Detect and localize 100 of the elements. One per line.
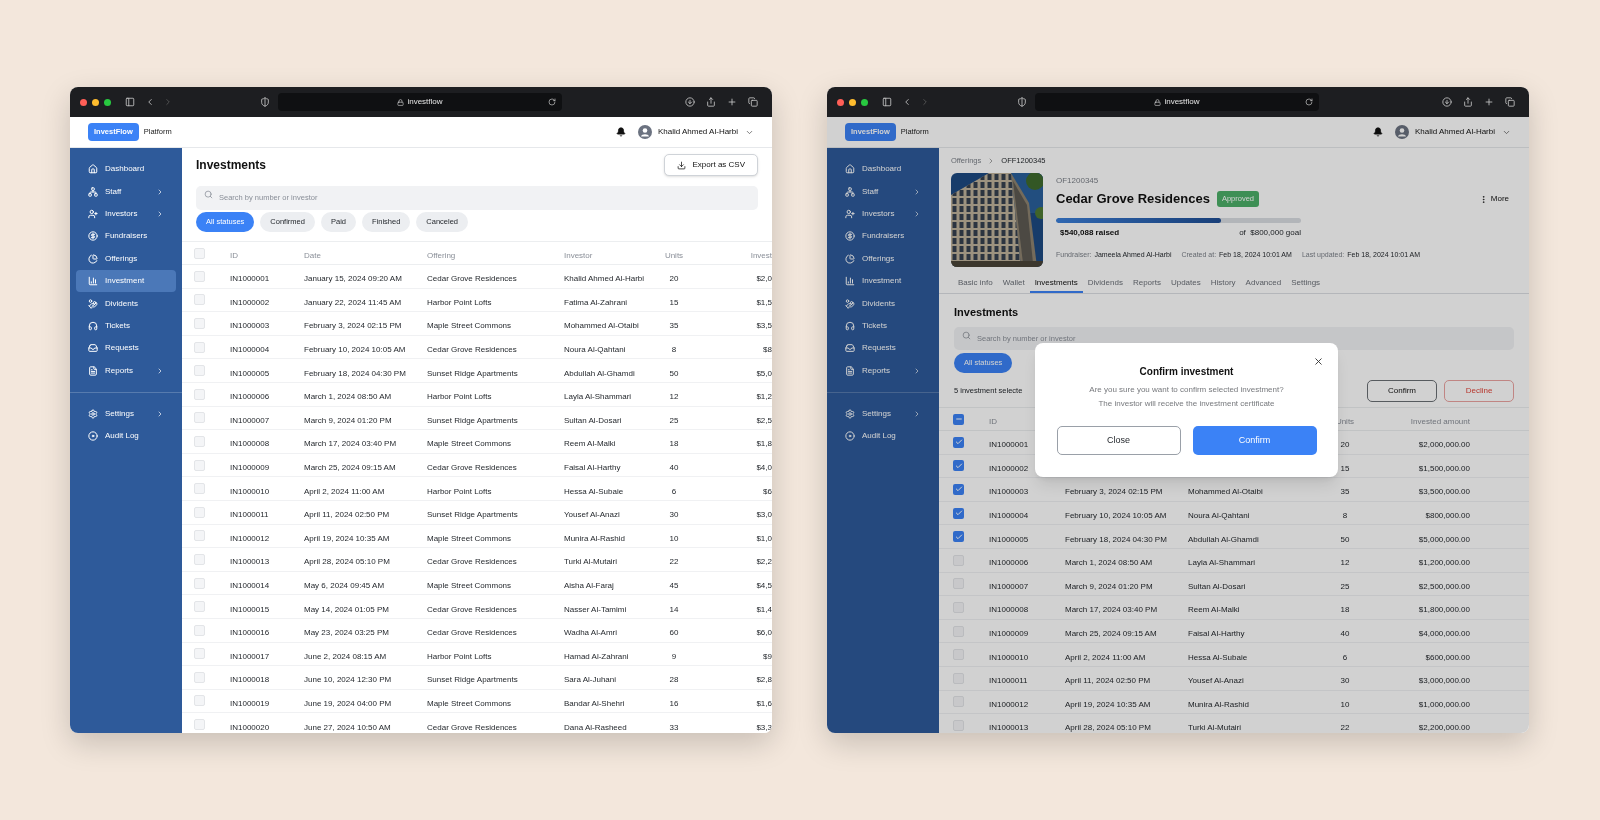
checkbox[interactable] <box>953 436 964 448</box>
new-tab-icon[interactable] <box>727 97 737 107</box>
reload-icon[interactable] <box>1305 98 1313 106</box>
bulk-action-button[interactable]: Confirm <box>1367 380 1437 402</box>
checkbox[interactable] <box>953 460 964 472</box>
checkbox[interactable] <box>194 695 205 707</box>
user-name[interactable]: Khalid Ahmed Al-Harbi <box>657 126 738 138</box>
sidebar-item[interactable]: Tickets <box>833 314 933 338</box>
sidebar-item[interactable]: Dashboard <box>76 158 176 181</box>
notification-bell-icon[interactable] <box>615 127 626 137</box>
sidebar-item[interactable]: Fundraisers <box>833 225 933 248</box>
sidebar-item[interactable]: Audit Log <box>833 425 933 448</box>
reload-icon[interactable] <box>548 98 556 106</box>
checkbox[interactable] <box>194 601 205 613</box>
forward-icon[interactable] <box>163 97 173 107</box>
checkbox[interactable] <box>194 553 205 565</box>
checkbox[interactable] <box>194 270 205 282</box>
sidebar-item[interactable]: Investors <box>833 202 933 226</box>
sidebar-item[interactable]: Settings <box>76 402 176 426</box>
export-csv-button[interactable]: Export as CSV <box>663 154 758 176</box>
table-cell: Faisal Al-Harthy <box>1188 629 1245 639</box>
window-minimize-button[interactable] <box>92 98 99 106</box>
tabs-icon[interactable] <box>748 97 758 107</box>
table-cell: Cedar Grove Residences <box>427 722 517 732</box>
share-icon[interactable] <box>706 97 716 107</box>
sidebar-item[interactable]: Requests <box>833 337 933 360</box>
checkbox[interactable] <box>194 365 205 377</box>
dialog-button[interactable]: Confirm <box>1192 426 1317 455</box>
checkbox[interactable] <box>194 648 205 660</box>
sidebar-item[interactable]: Offerings <box>833 247 933 270</box>
avatar-icon[interactable] <box>637 125 652 139</box>
checkbox[interactable] <box>194 506 205 518</box>
checkbox[interactable] <box>194 318 205 329</box>
tab[interactable]: Settings <box>1286 275 1326 293</box>
sidebar-item[interactable]: Audit Log <box>76 425 176 448</box>
more-button[interactable]: More <box>1478 193 1509 205</box>
sidebar-item[interactable]: Tickets <box>76 314 176 338</box>
window-close-button[interactable] <box>837 98 844 106</box>
checkbox[interactable] <box>194 459 205 471</box>
checkbox[interactable] <box>194 483 205 495</box>
notification-bell-icon[interactable] <box>1372 127 1383 137</box>
window-close-button[interactable] <box>80 98 87 106</box>
checkbox[interactable] <box>194 388 205 400</box>
bulk-action-button[interactable]: Decline <box>1444 380 1514 402</box>
window-zoom-button[interactable] <box>104 98 111 106</box>
window-zoom-button[interactable] <box>861 98 868 106</box>
checkbox[interactable] <box>194 577 205 589</box>
sidebar-item[interactable]: Staff <box>833 180 933 203</box>
new-tab-icon[interactable] <box>1484 97 1494 107</box>
tab[interactable]: Advanced <box>1240 275 1287 293</box>
checkbox[interactable] <box>953 507 964 519</box>
share-icon[interactable] <box>1463 97 1473 107</box>
user-name[interactable]: Khalid Ahmed Al-Harbi <box>1414 126 1495 138</box>
checkbox[interactable] <box>194 247 205 259</box>
checkbox[interactable] <box>194 294 205 306</box>
sidebar-toggle-icon[interactable] <box>125 97 135 107</box>
sidebar-item[interactable]: Dashboard <box>833 158 933 181</box>
sidebar-item[interactable]: Reports <box>76 359 176 382</box>
sidebar-toggle-icon[interactable] <box>882 97 892 107</box>
forward-icon[interactable] <box>920 97 930 107</box>
checkbox[interactable] <box>194 341 205 353</box>
address-bar[interactable]: investflow <box>1035 93 1319 111</box>
checkbox[interactable] <box>194 624 205 636</box>
sidebar-item[interactable]: Investment <box>833 269 933 293</box>
back-icon[interactable] <box>145 97 155 107</box>
sidebar-item[interactable]: Investment <box>76 269 176 293</box>
sidebar-item[interactable]: Settings <box>833 402 933 426</box>
tab[interactable]: History <box>1205 275 1241 293</box>
sidebar-item[interactable]: Dividents <box>76 292 176 315</box>
back-icon[interactable] <box>902 97 912 107</box>
sidebar-item[interactable]: Reports <box>833 359 933 382</box>
sidebar-item[interactable]: Dividents <box>833 292 933 315</box>
dialog-button[interactable]: Close <box>1056 426 1181 455</box>
address-bar[interactable]: investflow <box>278 93 562 111</box>
window-minimize-button[interactable] <box>849 98 856 106</box>
checkbox[interactable] <box>194 671 205 683</box>
sidebar-item[interactable]: Staff <box>76 180 176 203</box>
tab[interactable]: Wallet <box>997 275 1030 293</box>
download-icon[interactable] <box>1442 97 1452 107</box>
checkbox[interactable] <box>194 530 205 542</box>
tab[interactable]: Basic info <box>953 275 998 293</box>
checkbox[interactable] <box>194 435 205 447</box>
shield-icon[interactable] <box>1017 97 1027 107</box>
checkbox[interactable] <box>953 531 964 543</box>
checkbox[interactable] <box>194 412 205 424</box>
checkbox[interactable] <box>194 719 205 731</box>
sidebar-item[interactable]: Fundraisers <box>76 225 176 248</box>
tab[interactable]: Investments <box>1029 275 1083 293</box>
sidebar-item[interactable]: Investors <box>76 202 176 226</box>
shield-icon[interactable] <box>260 97 270 107</box>
download-icon[interactable] <box>685 97 695 107</box>
tabs-icon[interactable] <box>1505 97 1515 107</box>
sidebar-item[interactable]: Requests <box>76 337 176 360</box>
sidebar-item[interactable]: Offerings <box>76 247 176 270</box>
tab[interactable]: Dividends <box>1082 275 1128 293</box>
close-icon[interactable] <box>1313 356 1324 367</box>
avatar-icon[interactable] <box>1394 125 1409 139</box>
checkbox[interactable] <box>953 484 964 495</box>
tab[interactable]: Updates <box>1165 275 1206 293</box>
tab[interactable]: Reports <box>1127 275 1166 293</box>
